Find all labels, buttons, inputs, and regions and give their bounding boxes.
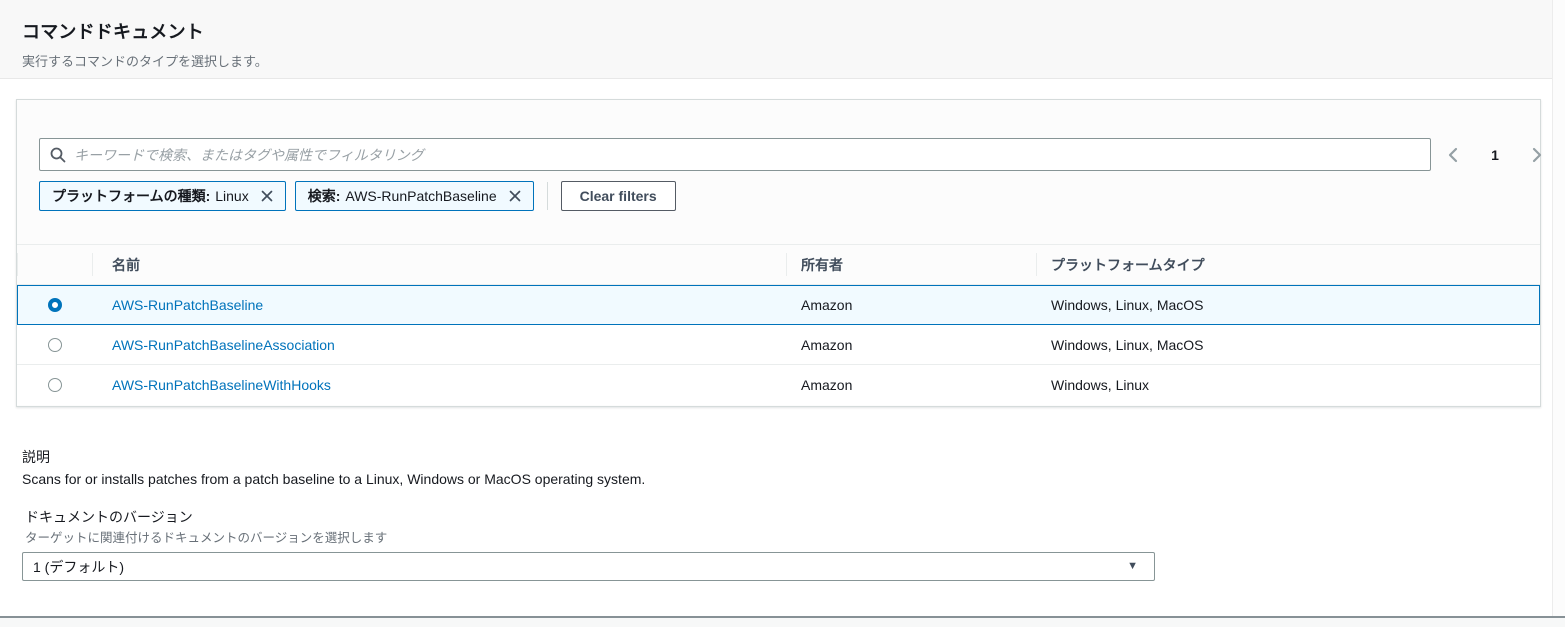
filter-chip-value: AWS-RunPatchBaseline — [345, 188, 497, 204]
pagination: 1 — [1444, 138, 1546, 171]
column-header-platform[interactable]: プラットフォームタイプ — [1036, 245, 1540, 284]
description-label: 説明 — [22, 449, 50, 465]
document-link[interactable]: AWS-RunPatchBaseline — [112, 297, 263, 313]
document-version-label: ドキュメントのバージョン — [25, 509, 193, 525]
page-title: コマンドドキュメント — [22, 22, 204, 42]
radio-selected[interactable] — [47, 297, 62, 312]
close-icon — [261, 190, 273, 202]
scrollbar-track[interactable] — [1552, 0, 1565, 627]
document-version-hint: ターゲットに関連付けるドキュメントのバージョンを選択します — [25, 531, 388, 545]
owner-cell: Amazon — [801, 377, 853, 393]
close-icon — [509, 190, 520, 202]
table-header-row: 名前 所有者 プラットフォームタイプ — [17, 244, 1540, 285]
column-header-name[interactable]: 名前 — [92, 245, 786, 284]
footer-strip — [0, 618, 1565, 627]
platform-cell: Windows, Linux — [1051, 377, 1150, 393]
table-row[interactable]: AWS-RunPatchBaselineAssociation Amazon W… — [17, 325, 1540, 365]
filter-chip-platform: プラットフォームの種類: Linux — [39, 181, 286, 211]
filters-divider — [546, 182, 548, 210]
previous-page-button[interactable] — [1444, 144, 1462, 166]
current-page-number[interactable]: 1 — [1491, 147, 1499, 163]
document-version-select[interactable]: 1 (デフォルト) ▼ — [22, 552, 1155, 581]
filter-chip-label: 検索: — [307, 188, 341, 204]
remove-filter-button[interactable] — [507, 188, 523, 204]
documents-table: 名前 所有者 プラットフォームタイプ AWS-RunPatchBaseline … — [17, 244, 1540, 405]
document-version-selected-value: 1 (デフォルト) — [33, 558, 124, 575]
search-box[interactable] — [39, 138, 1431, 171]
caret-down-icon: ▼ — [1127, 560, 1138, 572]
document-link[interactable]: AWS-RunPatchBaselineWithHooks — [112, 377, 331, 393]
owner-cell: Amazon — [801, 296, 853, 313]
clear-filters-button[interactable]: Clear filters — [560, 181, 676, 211]
search-input[interactable] — [74, 146, 1420, 163]
column-header-owner[interactable]: 所有者 — [786, 245, 1036, 284]
screen: コマンドドキュメント 実行するコマンドのタイプを選択します。 1 — [0, 0, 1565, 627]
table-row[interactable]: AWS-RunPatchBaselineWithHooks Amazon Win… — [17, 365, 1540, 405]
radio-unselected[interactable] — [47, 337, 62, 352]
page-subtitle: 実行するコマンドのタイプを選択します。 — [22, 54, 268, 69]
radio-unselected[interactable] — [47, 378, 62, 392]
chevron-left-icon — [1448, 147, 1458, 162]
filter-chip-value: Linux — [215, 188, 249, 204]
description-text: Scans for or installs patches from a pat… — [22, 471, 646, 487]
active-filters-row: プラットフォームの種類: Linux 検索: AWS-RunPatchBasel… — [39, 181, 676, 211]
chevron-right-icon — [1532, 147, 1542, 162]
remove-filter-button[interactable] — [259, 188, 275, 204]
owner-cell: Amazon — [801, 336, 853, 353]
platform-cell: Windows, Linux, MacOS — [1051, 336, 1204, 353]
next-page-button[interactable] — [1528, 144, 1546, 166]
document-link[interactable]: AWS-RunPatchBaselineAssociation — [112, 337, 335, 353]
search-icon — [50, 147, 66, 162]
platform-cell: Windows, Linux, MacOS — [1051, 296, 1204, 313]
filter-chip-search: 検索: AWS-RunPatchBaseline — [294, 181, 534, 211]
filter-chip-label: プラットフォームの種類: — [52, 188, 211, 204]
radio-column-header — [17, 245, 92, 284]
table-row[interactable]: AWS-RunPatchBaseline Amazon Windows, Lin… — [17, 285, 1540, 325]
command-documents-panel: 1 プラットフォームの種類: Linux 検索: — [16, 99, 1542, 407]
page-header: コマンドドキュメント 実行するコマンドのタイプを選択します。 — [0, 0, 1552, 79]
